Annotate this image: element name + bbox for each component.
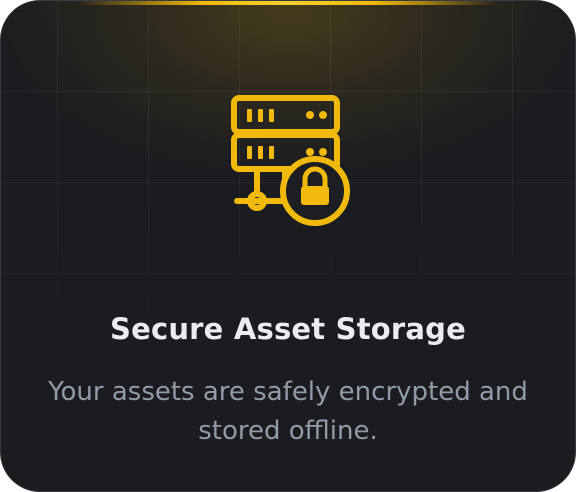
server-lock-icon: [231, 95, 350, 226]
feature-card: Secure Asset Storage Your assets are saf…: [0, 0, 576, 492]
top-accent-line: [77, 1, 499, 5]
card-description: Your assets are safely encrypted and sto…: [48, 377, 528, 446]
card-title: Secure Asset Storage: [109, 312, 467, 346]
